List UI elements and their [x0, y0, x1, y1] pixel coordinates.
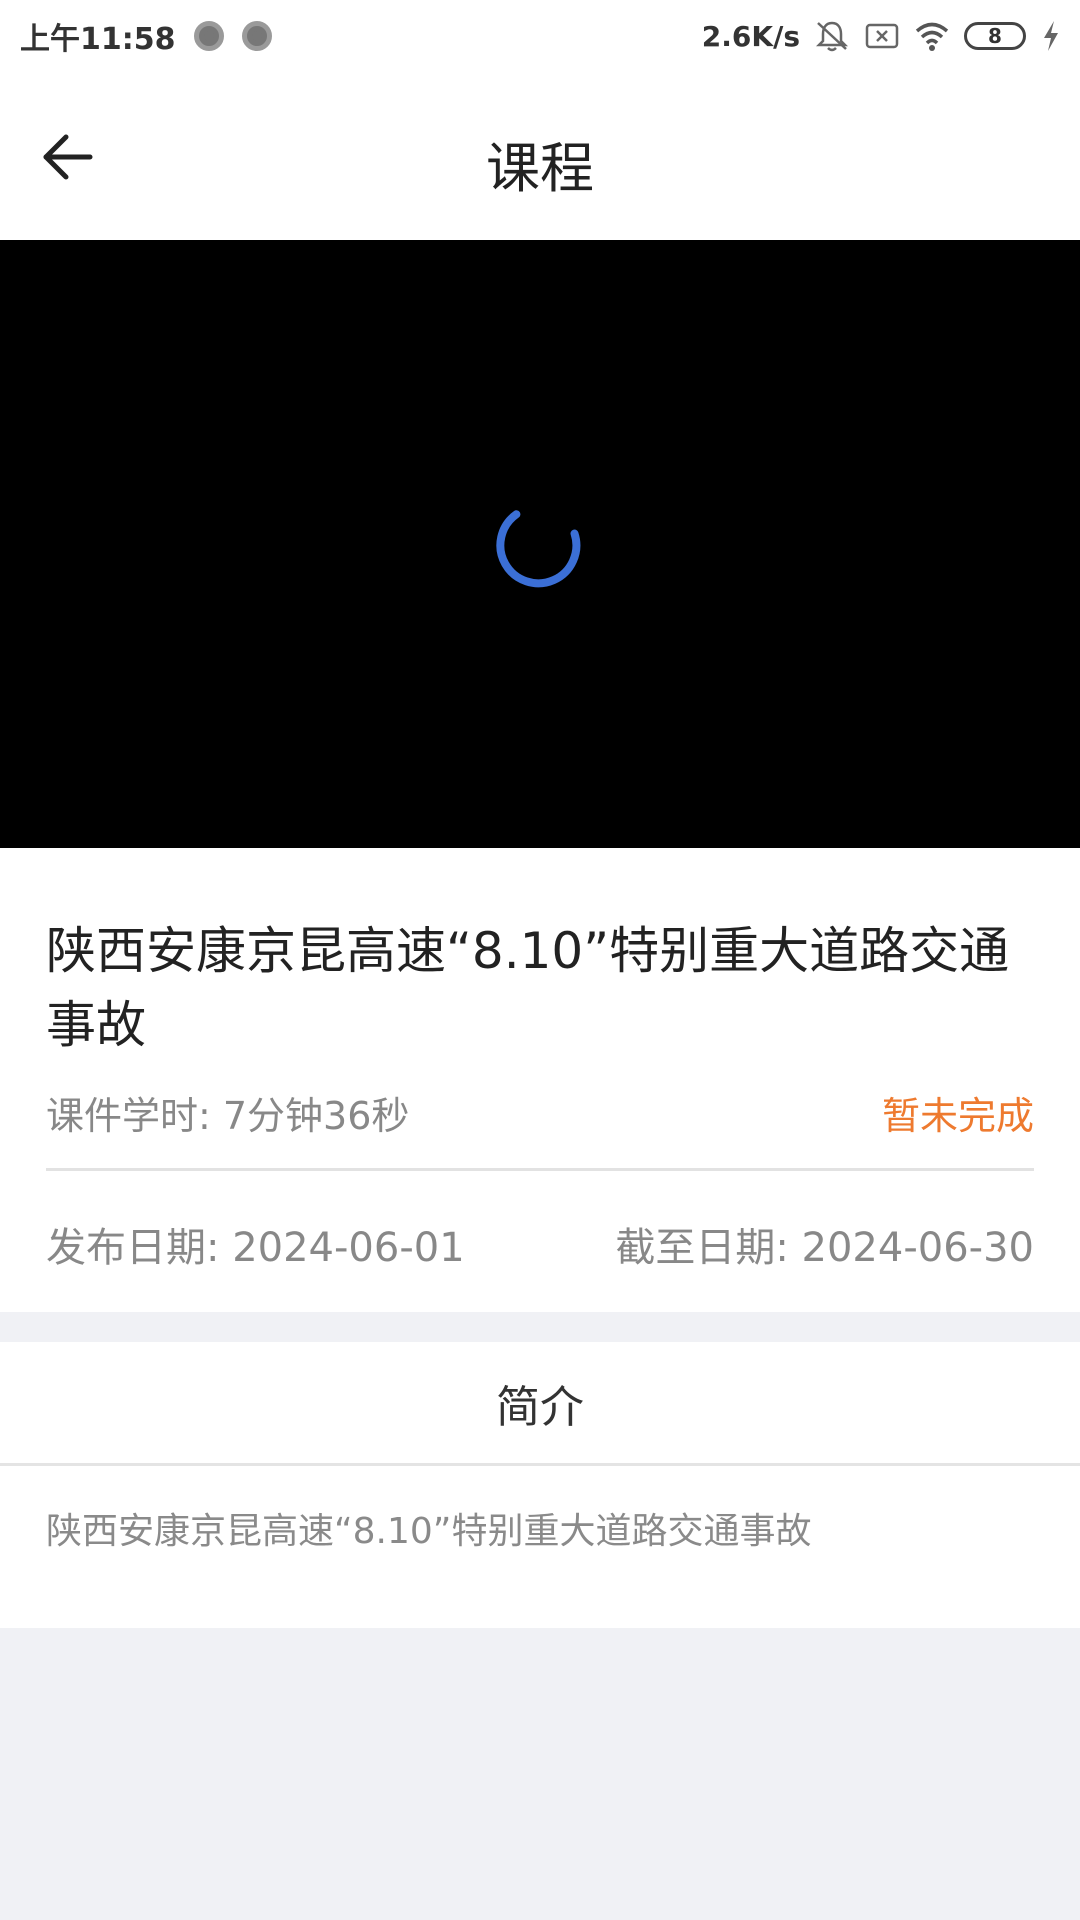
tab-intro[interactable]: 简介	[0, 1342, 1080, 1466]
screen: 上午11:58 2.6K/s 8 课程 陕西安康京昆高速“8.10”特别重大道路…	[0, 0, 1080, 1920]
deadline-date: 截至日期: 2024-06-30	[615, 1225, 1034, 1271]
divider	[46, 1168, 1034, 1171]
notification-icon	[193, 21, 224, 51]
status-bar: 上午11:58 2.6K/s 8	[0, 0, 1080, 72]
course-duration: 课件学时: 7分钟36秒	[46, 1093, 410, 1138]
notification-icon-2	[241, 21, 272, 51]
loading-spinner-icon	[496, 510, 581, 588]
status-bar-left: 上午11:58	[20, 14, 272, 58]
app-header: 课程	[0, 72, 1080, 240]
sim-none-icon	[865, 23, 899, 49]
course-info-card: 陕西安康京昆高速“8.10”特别重大道路交通事故 课件学时: 7分钟36秒 暂未…	[0, 848, 1080, 1312]
page-title: 课程	[486, 137, 594, 200]
wifi-icon	[915, 22, 949, 51]
network-speed: 2.6K/s	[701, 19, 800, 53]
course-dates-row: 发布日期: 2024-06-01 截至日期: 2024-06-30	[46, 1215, 1034, 1273]
mute-bell-icon	[815, 21, 849, 52]
course-title: 陕西安康京昆高速“8.10”特别重大道路交通事故	[46, 922, 1010, 1054]
intro-text: 陕西安康京昆高速“8.10”特别重大道路交通事故	[46, 1511, 812, 1552]
status-bar-right: 2.6K/s 8	[702, 19, 1062, 53]
course-meta-row: 课件学时: 7分钟36秒 暂未完成	[46, 1082, 1034, 1142]
charging-icon	[1044, 21, 1058, 51]
publish-date: 发布日期: 2024-06-01	[46, 1225, 465, 1271]
battery-icon: 8	[964, 22, 1026, 50]
video-player[interactable]	[0, 240, 1080, 848]
status-time: 上午11:58	[20, 22, 176, 57]
intro-section: 简介 陕西安康京昆高速“8.10”特别重大道路交通事故	[0, 1342, 1080, 1628]
completion-status: 暂未完成	[881, 1093, 1034, 1138]
